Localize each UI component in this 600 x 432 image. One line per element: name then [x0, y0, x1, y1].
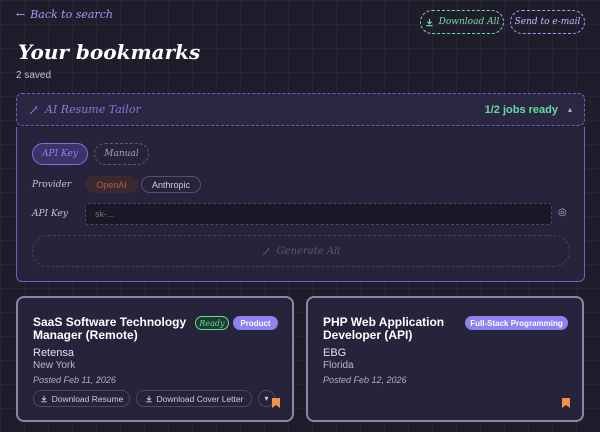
job-card[interactable]: PHP Web Application Developer (API) Full…	[306, 296, 584, 422]
magic-wand-icon	[29, 105, 39, 114]
back-label: Back to search	[30, 8, 113, 21]
generate-all-label: Generate All	[276, 245, 341, 257]
job-card[interactable]: SaaS Software Technology Manager (Remote…	[16, 296, 294, 422]
download-cover-letter-button[interactable]: Download Cover Letter	[136, 390, 252, 407]
job-location: Florida	[323, 360, 354, 371]
ready-badge: Ready	[195, 316, 229, 330]
saved-count: 2 saved	[16, 70, 52, 81]
tailor-label-group: AI Resume Tailor	[29, 103, 141, 116]
posted-date: Posted Feb 12, 2026	[323, 375, 407, 385]
download-all-label: Download All	[438, 17, 500, 27]
arrow-left-icon: ←	[16, 8, 26, 21]
download-all-button[interactable]: Download All	[420, 10, 504, 34]
tab-api-key[interactable]: API Key	[32, 143, 88, 165]
api-key-input[interactable]	[85, 203, 552, 225]
job-location: New York	[33, 360, 76, 371]
job-title[interactable]: SaaS Software Technology Manager (Remote…	[33, 316, 186, 342]
page-title: Your bookmarks	[18, 40, 201, 64]
category-badge: Full-Stack Programming	[465, 316, 568, 330]
job-title[interactable]: PHP Web Application Developer (API)	[323, 316, 444, 342]
category-badge: Product	[233, 316, 278, 330]
back-to-search-link[interactable]: ← Back to search	[16, 8, 113, 21]
download-icon	[426, 18, 433, 26]
download-icon	[145, 395, 152, 402]
download-resume-button[interactable]: Download Resume	[33, 390, 130, 407]
tailor-label: AI Resume Tailor	[45, 103, 141, 116]
chevron-up-icon[interactable]: ▴	[568, 105, 572, 114]
download-icon	[40, 395, 47, 402]
company-name: EBG	[323, 347, 347, 359]
company-name: Retensa	[33, 347, 74, 359]
ai-resume-tailor-header[interactable]: AI Resume Tailor 1/2 jobs ready ▴	[16, 93, 585, 126]
send-email-button[interactable]: Send to e-mail	[510, 10, 585, 34]
tab-manual[interactable]: Manual	[94, 143, 149, 165]
jobs-ready-status: 1/2 jobs ready	[484, 103, 558, 116]
tailor-panel: API Key Manual Provider OpenAI Anthropic…	[16, 127, 585, 282]
download-cover-letter-label: Download Cover Letter	[156, 393, 244, 404]
bookmark-icon[interactable]	[272, 398, 280, 408]
job-title-line: Manager (Remote)	[33, 328, 138, 342]
job-title-line: Developer (API)	[323, 328, 413, 342]
generate-all-button[interactable]: Generate All	[32, 235, 570, 267]
eye-icon[interactable]: ◎	[558, 207, 567, 218]
download-resume-label: Download Resume	[51, 393, 124, 404]
api-key-label: API Key	[32, 209, 68, 219]
posted-date: Posted Feb 11, 2026	[33, 375, 116, 385]
provider-openai[interactable]: OpenAI	[85, 176, 138, 193]
provider-label: Provider	[32, 180, 72, 190]
magic-wand-icon	[262, 247, 270, 255]
send-email-label: Send to e-mail	[514, 17, 581, 27]
provider-anthropic[interactable]: Anthropic	[141, 176, 201, 193]
bookmark-icon[interactable]	[562, 398, 570, 408]
